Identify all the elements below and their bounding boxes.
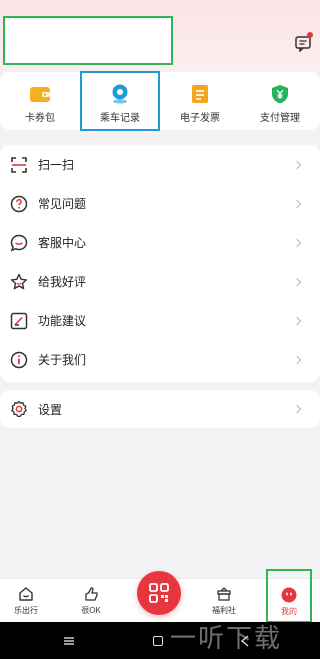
chevron-right-icon bbox=[292, 160, 302, 169]
star-icon bbox=[10, 273, 28, 289]
watermark: 一听下载 bbox=[170, 616, 282, 656]
menu-item-rate-us[interactable]: 给我好评 bbox=[0, 262, 320, 301]
menu-item-label: 设置 bbox=[38, 402, 63, 417]
tab-ok[interactable]: 很OK bbox=[66, 579, 116, 623]
yuan-shield-icon bbox=[272, 85, 288, 104]
menu-item-label: 常见问题 bbox=[38, 197, 87, 211]
menu-item-faq[interactable]: 常见问题 bbox=[0, 184, 320, 223]
watermark-text: 一听下载 bbox=[170, 623, 283, 654]
quick-action-coupons[interactable]: 卡券包 bbox=[0, 72, 80, 130]
menu-item-customer-service[interactable]: 客服中心 bbox=[0, 223, 320, 262]
menu-item-label: 给我好评 bbox=[38, 275, 87, 289]
quick-action-label: 支付管理 bbox=[260, 113, 300, 124]
quick-action-e-invoice[interactable]: 电子发票 bbox=[160, 72, 240, 130]
menu-card: 扫一扫 常见问题 客服中心 给我好评 功能建议 关于我们 bbox=[0, 145, 320, 382]
recent-apps-icon[interactable] bbox=[64, 637, 74, 645]
quick-action-label: 电子发票 bbox=[180, 113, 220, 124]
home-button-icon[interactable] bbox=[153, 636, 163, 646]
tab-travel[interactable]: 乐出行 bbox=[1, 579, 51, 623]
menu-item-label: 扫一扫 bbox=[38, 158, 75, 172]
wallet-icon bbox=[30, 87, 50, 102]
menu-item-feedback[interactable]: 功能建议 bbox=[0, 301, 320, 340]
menu-item-label: 关于我们 bbox=[38, 353, 87, 367]
tab-label: 福利社 bbox=[212, 606, 236, 615]
scan-qr-button[interactable] bbox=[137, 571, 181, 615]
profile-area[interactable] bbox=[3, 16, 173, 65]
menu-item-label: 功能建议 bbox=[38, 314, 87, 328]
user-face-icon bbox=[281, 587, 297, 603]
info-icon bbox=[10, 351, 28, 368]
tab-label: 我的 bbox=[281, 607, 297, 616]
home-icon bbox=[19, 587, 33, 601]
tab-mine[interactable]: 我的 bbox=[266, 569, 312, 623]
chevron-right-icon bbox=[292, 355, 302, 364]
edit-icon bbox=[10, 312, 28, 329]
menu-item-label: 客服中心 bbox=[38, 236, 87, 250]
chevron-right-icon bbox=[292, 238, 302, 247]
unread-dot bbox=[307, 32, 313, 38]
settings-card: 设置 bbox=[0, 390, 320, 428]
menu-item-settings[interactable]: 设置 bbox=[0, 390, 320, 428]
chevron-right-icon bbox=[292, 199, 302, 208]
menu-item-scan[interactable]: 扫一扫 bbox=[0, 145, 320, 184]
thumbs-up-icon bbox=[85, 587, 98, 601]
gift-box-icon bbox=[217, 587, 231, 601]
quick-action-ride-records[interactable]: 乘车记录 bbox=[80, 71, 160, 131]
scan-icon bbox=[11, 156, 27, 173]
chevron-right-icon bbox=[292, 277, 302, 286]
tab-label: 很OK bbox=[81, 606, 101, 615]
quick-action-payment[interactable]: 支付管理 bbox=[240, 72, 320, 130]
chevron-right-icon bbox=[292, 404, 302, 414]
menu-item-about[interactable]: 关于我们 bbox=[0, 340, 320, 379]
tab-label: 乐出行 bbox=[14, 606, 38, 615]
quick-actions-card: 卡券包 乘车记录 电子发票 支付管理 bbox=[0, 71, 320, 131]
location-pin-icon bbox=[112, 84, 128, 104]
chevron-right-icon bbox=[292, 316, 302, 325]
chat-smile-icon bbox=[10, 234, 28, 251]
quick-action-label: 乘车记录 bbox=[100, 113, 140, 124]
question-icon bbox=[10, 195, 28, 212]
qr-code-icon bbox=[149, 583, 169, 603]
invoice-icon bbox=[192, 85, 208, 103]
quick-action-label: 卡券包 bbox=[25, 113, 55, 124]
settings-icon bbox=[11, 400, 27, 418]
